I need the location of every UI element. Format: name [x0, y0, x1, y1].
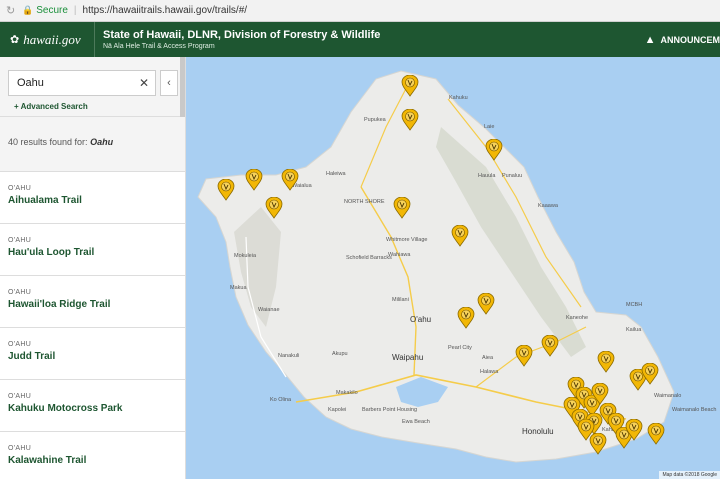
item-name[interactable]: Judd Trail: [8, 351, 185, 362]
map-label: Akupu: [332, 351, 348, 357]
item-region: O'AHU: [8, 289, 32, 296]
item-name[interactable]: Aihualama Trail: [8, 195, 185, 206]
item-region: O'AHU: [8, 237, 32, 244]
map-label: Pupukea: [364, 117, 386, 123]
item-region: O'AHU: [8, 393, 32, 400]
trail-marker-icon[interactable]: [625, 419, 643, 441]
map-label: Kaaawa: [538, 203, 558, 209]
map-label: Kahuku: [449, 95, 468, 101]
map-label: Waianae: [258, 307, 280, 313]
trail-marker-icon[interactable]: [457, 307, 475, 329]
map-label: Mokuleia: [234, 253, 257, 259]
chevron-left-icon: ‹: [167, 77, 171, 89]
trail-marker-icon[interactable]: [485, 139, 503, 161]
results-query: Oahu: [90, 137, 114, 147]
sidebar: Oahu ✕ ‹ + Advanced Search 40 results fo…: [0, 57, 186, 479]
trail-marker-icon[interactable]: [451, 225, 469, 247]
map-label: Hauula: [478, 173, 496, 179]
trail-marker-icon[interactable]: [245, 169, 263, 191]
item-name[interactable]: Hawaii'loa Ridge Trail: [8, 299, 185, 310]
map-canvas[interactable]: [186, 57, 720, 479]
map-label: Ewa Beach: [402, 419, 430, 425]
list-item[interactable]: O'AHU Hawaii'loa Ridge Trail: [0, 276, 185, 328]
browser-address-bar[interactable]: ↻ 🔒 Secure | https://hawaiitrails.hawaii…: [0, 0, 720, 22]
trail-marker-icon[interactable]: [477, 293, 495, 315]
list-item[interactable]: O'AHU Kahuku Motocross Park: [0, 380, 185, 432]
map-label: Nanakuli: [278, 353, 300, 359]
trail-marker-icon[interactable]: [401, 109, 419, 131]
trail-marker-icon[interactable]: [393, 197, 411, 219]
header-subtitle: Nā Ala Hele Trail & Access Program: [103, 43, 215, 50]
app-header: ✿ hawaii.gov State of Hawaii, DLNR, Divi…: [0, 22, 720, 57]
item-name[interactable]: Kalawahine Trail: [8, 455, 185, 466]
map-label: Barbers Point Housing: [362, 407, 418, 413]
map-label: Waipahu: [392, 353, 424, 362]
trail-marker-icon[interactable]: [589, 433, 607, 455]
map-city-label: Honolulu: [522, 427, 554, 436]
map-label: Pearl City: [448, 345, 472, 351]
announcements-label: ANNOUNCEM: [660, 34, 720, 45]
map-label: Schofield Barracks: [346, 255, 392, 261]
item-region: O'AHU: [8, 341, 32, 348]
item-region: O'AHU: [8, 445, 32, 452]
list-item[interactable]: O'AHU Hau'ula Loop Trail: [0, 224, 185, 276]
item-name[interactable]: Kahuku Motocross Park: [8, 403, 185, 414]
trail-marker-icon[interactable]: [541, 335, 559, 357]
logo-text: hawaii.gov: [23, 31, 81, 47]
map-label: MCBH: [626, 302, 643, 308]
map-label: Laie: [484, 124, 495, 130]
advanced-search-link[interactable]: + Advanced Search: [14, 102, 88, 111]
trail-marker-icon[interactable]: [265, 197, 283, 219]
map-label: Ko Olina: [270, 397, 292, 403]
map-label: Makakilo: [336, 390, 358, 396]
flower-icon: ✿: [10, 34, 20, 46]
trail-marker-icon[interactable]: [641, 363, 659, 385]
trail-marker-icon[interactable]: [591, 383, 609, 405]
refresh-icon[interactable]: ↻: [6, 4, 18, 17]
results-count: 40 results found for: Oahu: [0, 117, 185, 172]
search-section: Oahu ✕ ‹ + Advanced Search: [0, 57, 185, 117]
trail-marker-icon[interactable]: [515, 345, 533, 367]
trail-marker-icon[interactable]: [597, 351, 615, 373]
map-label: Whitmore Village: [386, 237, 428, 243]
trail-marker-icon[interactable]: [217, 179, 235, 201]
list-item[interactable]: O'AHU Judd Trail: [0, 328, 185, 380]
results-text: 40 results found for:: [8, 137, 88, 147]
clear-icon[interactable]: ✕: [139, 76, 149, 90]
map-label: Punaluu: [502, 173, 523, 179]
lock-icon: 🔒: [22, 5, 34, 15]
item-region: O'AHU: [8, 185, 32, 192]
list-item[interactable]: O'AHU Aihualama Trail: [0, 172, 185, 224]
announcements-button[interactable]: ▲ ANNOUNCEM: [645, 22, 720, 57]
trail-marker-icon[interactable]: [647, 423, 665, 445]
map-label: Kapolei: [328, 407, 347, 413]
trail-marker-icon[interactable]: [401, 75, 419, 97]
map-label: Waimanalo: [654, 393, 682, 399]
header-titles: State of Hawaii, DLNR, Division of Fores…: [95, 29, 380, 50]
trail-marker-icon[interactable]: [281, 169, 299, 191]
warning-icon: ▲: [644, 33, 656, 46]
map-label: Halawa: [480, 369, 499, 375]
map-label: Aiea: [482, 355, 494, 361]
search-input[interactable]: Oahu: [8, 70, 156, 96]
header-title: State of Hawaii, DLNR, Division of Fores…: [103, 29, 381, 41]
map[interactable]: Kahuku Pupukea Laie Hauula Punaluu Halei…: [186, 57, 720, 479]
collapse-sidebar-button[interactable]: ‹: [160, 70, 178, 96]
url-separator: |: [73, 5, 77, 16]
url-text[interactable]: https://hawaiitrails.hawaii.gov/trails/#…: [83, 5, 248, 16]
map-label: Kaneohe: [566, 315, 589, 321]
secure-label: Secure: [36, 5, 68, 16]
map-label: NORTH SHORE: [344, 199, 385, 205]
map-label: Haleiwa: [326, 171, 346, 177]
map-label: Waimanalo Beach: [672, 407, 717, 413]
map-main-label: O'ahu: [410, 315, 432, 324]
map-label: Mililani: [392, 297, 409, 303]
map-label: Makua: [230, 285, 247, 291]
map-label: Kailua: [626, 327, 642, 333]
item-name[interactable]: Hau'ula Loop Trail: [8, 247, 185, 258]
map-attribution: Map data ©2018 Google: [659, 471, 720, 479]
list-item[interactable]: O'AHU Kalawahine Trail: [0, 432, 185, 479]
hawaii-gov-logo[interactable]: ✿ hawaii.gov: [0, 22, 95, 57]
